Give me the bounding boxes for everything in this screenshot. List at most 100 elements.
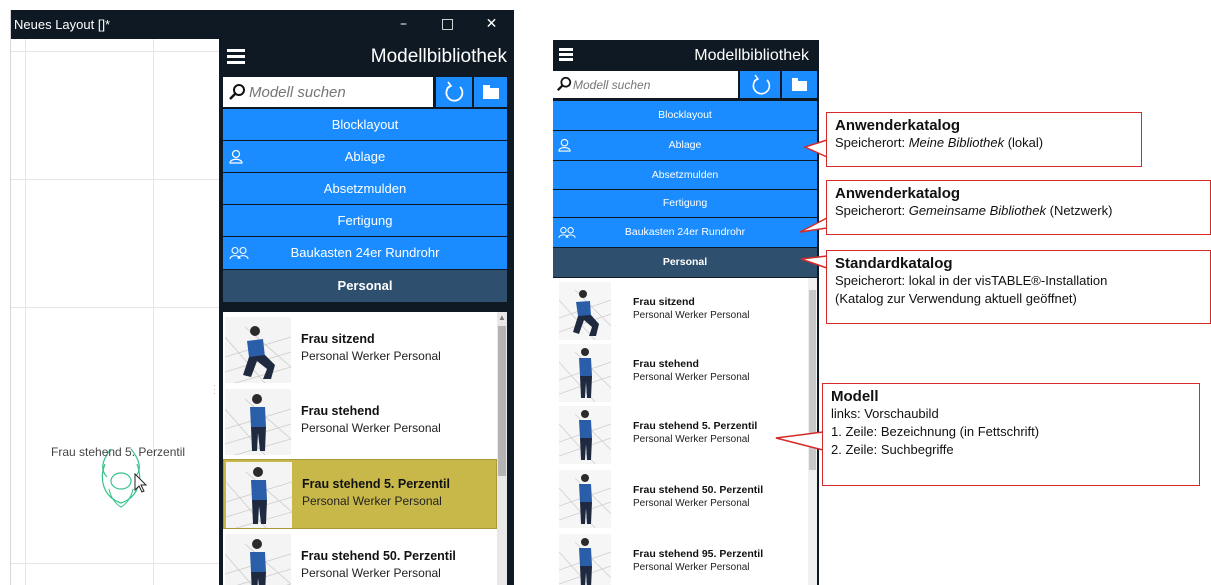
scroll-up-icon[interactable]: ▲: [498, 313, 506, 322]
search-input[interactable]: [249, 81, 429, 103]
folder-icon: [792, 78, 807, 91]
preview-thumbnail: [225, 389, 291, 455]
list-item[interactable]: Frau sitzend Personal Werker Personal: [223, 315, 497, 385]
splitter-handle[interactable]: · · ·: [213, 382, 217, 400]
list-item[interactable]: Frau sitzend Personal Werker Personal: [553, 280, 803, 342]
search-icon: [556, 76, 572, 92]
minimize-button[interactable]: –: [381, 10, 426, 39]
users-icon: [229, 246, 249, 260]
item-name: Frau stehend: [301, 404, 380, 418]
refresh-button[interactable]: [740, 71, 780, 98]
preview-thumbnail: [559, 282, 611, 340]
category-ablage[interactable]: Ablage: [553, 131, 817, 160]
list-item[interactable]: Frau stehend Personal Werker Personal: [223, 387, 497, 457]
callout-text: Speicherort: Meine Bibliothek (lokal): [835, 135, 1044, 150]
close-button[interactable]: ✕: [469, 10, 514, 39]
category-absetzmulden[interactable]: Absetzmulden: [553, 161, 817, 189]
callout-heading: Standardkatalog: [835, 255, 953, 272]
item-name: Frau sitzend: [633, 296, 695, 308]
list-item[interactable]: Frau stehend 50. Perzentil Personal Werk…: [553, 468, 803, 530]
scrollbar-thumb[interactable]: [498, 326, 506, 476]
category-personal[interactable]: Personal: [553, 248, 817, 277]
list-item[interactable]: Frau stehend 50. Perzentil Personal Werk…: [223, 532, 497, 585]
callout-text: Speicherort: lokal in der visTABLE®-Inst…: [835, 273, 1108, 288]
users-icon: [558, 227, 576, 239]
category-label: Ablage: [668, 139, 702, 151]
library-header: Modellbibliothek: [219, 39, 514, 75]
category-ablage[interactable]: Ablage: [223, 141, 507, 172]
canvas-model-label: Frau stehend 5. Perzentil: [51, 445, 186, 459]
category-label: Absetzmulden: [323, 181, 407, 196]
folder-button[interactable]: [474, 77, 507, 107]
category-absetzmulden[interactable]: Absetzmulden: [223, 173, 507, 204]
callout-heading: Anwenderkatalog: [835, 185, 961, 202]
item-name: Frau stehend 5. Perzentil: [302, 477, 450, 491]
folder-icon: [483, 85, 499, 99]
search-box: [553, 71, 738, 98]
category-blocklayout[interactable]: Blocklayout: [553, 101, 817, 130]
list-item-selected[interactable]: Frau stehend 5. Perzentil Personal Werke…: [223, 459, 497, 529]
category-label: Personal: [337, 278, 393, 293]
category-fertigung[interactable]: Fertigung: [223, 205, 507, 236]
library-title: Modellbibliothek: [370, 46, 507, 67]
category-label: Fertigung: [662, 197, 708, 209]
preview-thumbnail: [559, 470, 611, 528]
category-label: Fertigung: [337, 213, 393, 228]
item-name: Frau sitzend: [301, 332, 375, 346]
library-title: Modellbibliothek: [694, 47, 809, 64]
category-label: Ablage: [344, 149, 386, 164]
item-tags: Personal Werker Personal: [633, 310, 750, 321]
item-name: Frau stehend 95. Perzentil: [633, 548, 764, 560]
category-blocklayout[interactable]: Blocklayout: [223, 109, 507, 140]
user-icon: [229, 149, 243, 164]
hamburger-menu-icon[interactable]: [227, 49, 247, 65]
search-box: [223, 77, 433, 107]
category-label: Blocklayout: [331, 117, 399, 132]
app-window: Neues Layout []* – □ ✕ Frau stehend 5. P…: [10, 10, 514, 585]
callout-text: 2. Zeile: Suchbegriffe: [831, 442, 954, 457]
item-name: Frau stehend 5. Perzentil: [633, 420, 758, 432]
list-scrollbar[interactable]: [808, 278, 817, 585]
callout-standard-catalog: Standardkatalog Speicherort: lokal in de…: [826, 250, 1211, 324]
item-tags: Personal Werker Personal: [301, 349, 441, 363]
callout-text: Speicherort: Gemeinsame Bibliothek (Netz…: [835, 203, 1113, 218]
callout-user-catalog-network: Anwenderkatalog Speicherort: Gemeinsame …: [826, 180, 1211, 235]
category-baukasten[interactable]: Baukasten 24er Rundrohr: [553, 218, 817, 247]
refresh-button[interactable]: [436, 77, 472, 107]
preview-thumbnail: [226, 462, 292, 528]
list-item[interactable]: Frau stehend Personal Werker Personal: [553, 342, 803, 404]
title-bar: Neues Layout []* – □ ✕: [11, 10, 514, 39]
preview-thumbnail: [559, 534, 611, 585]
window-title: Neues Layout []*: [14, 17, 111, 32]
callout-text: links: Vorschaubild: [831, 406, 939, 421]
search-icon: [229, 84, 245, 100]
callout-text: (Katalog zur Verwendung aktuell geöffnet…: [835, 291, 1077, 306]
item-tags: Personal Werker Personal: [633, 498, 750, 509]
folder-button[interactable]: [782, 71, 817, 98]
layout-canvas[interactable]: Frau stehend 5. Perzentil · · ·: [11, 39, 219, 585]
search-input[interactable]: [573, 75, 733, 95]
item-tags: Personal Werker Personal: [633, 562, 750, 573]
list-item[interactable]: Frau stehend 5. Perzentil Personal Werke…: [553, 404, 803, 466]
category-label: Absetzmulden: [651, 169, 719, 181]
scrollbar-thumb[interactable]: [809, 290, 816, 470]
user-icon: [558, 138, 571, 152]
hamburger-menu-icon[interactable]: [559, 48, 579, 64]
callout-text: 1. Zeile: Bezeichnung (in Fettschrift): [831, 424, 1040, 439]
item-name: Frau stehend: [633, 358, 699, 370]
category-fertigung[interactable]: Fertigung: [553, 190, 817, 217]
model-outline-icon[interactable]: [81, 419, 161, 529]
category-baukasten[interactable]: Baukasten 24er Rundrohr: [223, 237, 507, 269]
item-tags: Personal Werker Personal: [301, 421, 441, 435]
item-name: Frau stehend 50. Perzentil: [301, 549, 456, 563]
list-scrollbar[interactable]: ▲: [497, 312, 507, 585]
callout-model: Modell links: Vorschaubild 1. Zeile: Bez…: [822, 383, 1200, 486]
callout-heading: Anwenderkatalog: [835, 117, 961, 134]
maximize-button[interactable]: □: [425, 10, 470, 39]
model-list: Frau sitzend Personal Werker Personal Fr…: [553, 278, 817, 585]
category-label: Blocklayout: [658, 109, 712, 121]
list-item[interactable]: Frau stehend 95. Perzentil Personal Werk…: [553, 532, 803, 585]
category-personal[interactable]: Personal: [223, 270, 507, 302]
item-tags: Personal Werker Personal: [302, 494, 442, 508]
item-name: Frau stehend 50. Perzentil: [633, 484, 764, 496]
